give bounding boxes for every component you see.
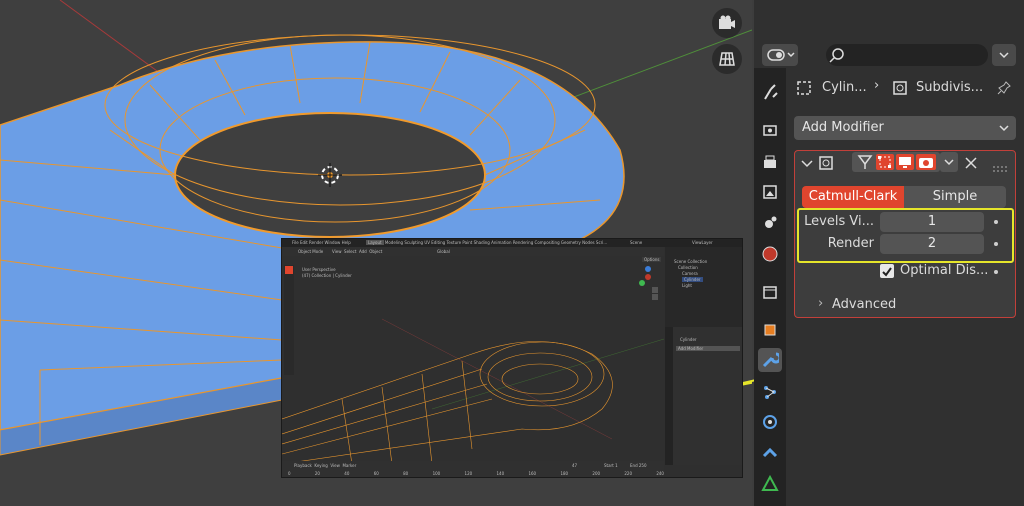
highlight-box bbox=[797, 208, 1014, 263]
inset-props-tabs bbox=[665, 327, 673, 465]
close-icon[interactable] bbox=[964, 155, 978, 169]
inset-outliner-collection: Collection bbox=[678, 265, 698, 270]
advanced-chevron-icon[interactable]: › bbox=[818, 296, 823, 311]
inset-outliner-light: Light bbox=[682, 283, 692, 288]
inset-outliner-camera: Camera bbox=[682, 271, 698, 276]
props-top-strip bbox=[754, 0, 1024, 38]
checkmark-icon bbox=[882, 267, 892, 277]
inset-screenshot: File Edit Render Window Help Layout Mode… bbox=[281, 238, 743, 478]
pin-icon[interactable] bbox=[996, 80, 1012, 96]
breadcrumb-modifier: Subdivis... bbox=[916, 80, 984, 95]
modifier-menu-button[interactable] bbox=[940, 152, 958, 172]
inset-timeline-ruler: 0 20 40 60 80 100 120 140 160 180 200 220 240 bbox=[288, 471, 664, 476]
catmull-clark-option[interactable]: Catmull-Clark bbox=[802, 186, 904, 208]
grid-icon[interactable] bbox=[712, 44, 742, 74]
modifier-tab-icon[interactable] bbox=[758, 348, 782, 372]
render-camera-icon[interactable] bbox=[916, 154, 936, 170]
inset-current-frame: 47 bbox=[572, 463, 578, 468]
inset-menu: File Edit Render Window Help bbox=[292, 240, 351, 245]
inset-outliner-scene-collection: Scene Collection bbox=[674, 259, 708, 264]
inset-transform: Global bbox=[437, 249, 450, 254]
edit-mode-icon[interactable] bbox=[876, 154, 894, 170]
add-modifier-button[interactable]: Add Modifier bbox=[794, 116, 1016, 140]
advanced-section-label[interactable]: Advanced bbox=[832, 297, 896, 312]
inset-props-object: Cylinder bbox=[680, 337, 697, 342]
breadcrumb-separator-icon: › bbox=[874, 78, 880, 93]
object-icon bbox=[796, 80, 812, 96]
inset-mode: Object Mode bbox=[298, 249, 324, 254]
scene-tab-icon[interactable] bbox=[758, 210, 782, 234]
tool-tab-icon[interactable] bbox=[758, 80, 782, 104]
constraints-tab-icon[interactable] bbox=[758, 440, 782, 464]
view-layer-tab-icon[interactable] bbox=[758, 180, 782, 204]
chevron-down-icon bbox=[944, 159, 954, 166]
data-tab-icon[interactable] bbox=[758, 472, 782, 496]
modifier-icon bbox=[892, 80, 908, 96]
inset-scene: Scene bbox=[630, 240, 643, 245]
search-icon bbox=[829, 48, 844, 63]
add-modifier-label: Add Modifier bbox=[802, 120, 884, 135]
subdivision-icon bbox=[818, 155, 834, 171]
search-input[interactable] bbox=[826, 44, 988, 66]
collapse-chevron-icon[interactable] bbox=[800, 156, 814, 170]
inset-viewport-mesh bbox=[282, 318, 664, 464]
inset-nav-gizmo[interactable] bbox=[634, 265, 662, 301]
particles-tab-icon[interactable] bbox=[758, 380, 782, 404]
optimal-display-checkbox[interactable] bbox=[880, 264, 894, 278]
keyframe-dot-icon[interactable] bbox=[994, 270, 998, 274]
object-tab-icon[interactable] bbox=[758, 318, 782, 342]
output-tab-icon[interactable] bbox=[758, 150, 782, 174]
edit-mode-cage-icon[interactable] bbox=[856, 154, 874, 170]
inset-view-layer: ViewLayer bbox=[692, 240, 713, 245]
inset-outliner-cylinder: Cylinder bbox=[682, 277, 703, 282]
simple-option[interactable]: Simple bbox=[904, 186, 1006, 208]
breadcrumb-object: Cylin... bbox=[822, 80, 867, 95]
collection-tab-icon[interactable] bbox=[758, 280, 782, 304]
render-tab-icon[interactable] bbox=[758, 118, 782, 142]
inset-props-add-modifier: Add Modifier bbox=[676, 346, 740, 351]
drag-handle-icon[interactable] bbox=[992, 158, 1010, 172]
chevron-down-icon bbox=[999, 52, 1009, 59]
optimal-display-label: Optimal Dis... bbox=[900, 263, 989, 278]
physics-tab-icon[interactable] bbox=[758, 410, 782, 434]
filter-dropdown-button[interactable] bbox=[992, 44, 1016, 66]
viewport-display-icon[interactable] bbox=[896, 154, 914, 170]
inset-timeline-menu: Playback Keying View Marker bbox=[294, 463, 357, 468]
properties-tabs bbox=[754, 68, 786, 506]
world-tab-icon[interactable] bbox=[758, 242, 782, 266]
inset-end: End 250 bbox=[630, 463, 647, 468]
inset-workspaces: Layout Modeling Sculpting UV Editing Tex… bbox=[366, 240, 608, 245]
inset-start: Start 1 bbox=[604, 463, 618, 468]
inset-view-menu: View Select Add Object bbox=[332, 249, 383, 254]
camera-icon[interactable] bbox=[712, 8, 742, 38]
editor-type-button[interactable] bbox=[762, 44, 798, 66]
chevron-down-icon bbox=[999, 125, 1009, 132]
